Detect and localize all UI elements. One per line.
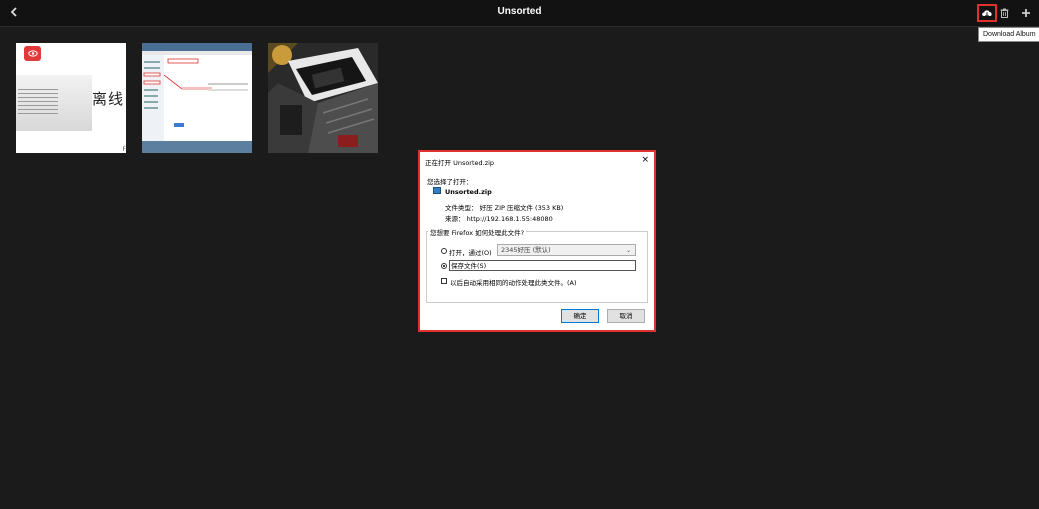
photo-thumbnail[interactable] bbox=[268, 43, 378, 153]
photo-thumbnail[interactable]: 离线 F bbox=[16, 43, 126, 153]
open-with-label: 打开，通过(O) bbox=[449, 249, 492, 257]
download-dialog-highlight: 正在打开 Unsorted.zip × 您选择了打开： Unsorted.zip… bbox=[418, 150, 656, 332]
auto-action-label: 以后自动采用相同的动作处理此类文件。(A) bbox=[450, 279, 577, 287]
ok-button[interactable]: 确定 bbox=[561, 309, 599, 323]
zip-file-icon bbox=[433, 187, 441, 194]
save-file-radio[interactable] bbox=[441, 263, 447, 269]
download-dialog: 正在打开 Unsorted.zip × 您选择了打开： Unsorted.zip… bbox=[420, 152, 654, 330]
chosen-label: 您选择了打开： bbox=[427, 178, 473, 186]
thumbnail-caption: 离线 bbox=[92, 90, 125, 108]
cloud-download-icon bbox=[982, 10, 992, 18]
save-file-label: 保存文件(S) bbox=[449, 260, 636, 271]
router-image bbox=[16, 75, 92, 131]
file-type: 文件类型： 好压 ZIP 压缩文件 (353 KB) bbox=[445, 204, 564, 212]
download-album-button[interactable] bbox=[977, 4, 997, 22]
page-title: Unsorted bbox=[497, 6, 542, 17]
trash-icon bbox=[1000, 8, 1008, 18]
photo-thumbnail[interactable] bbox=[142, 43, 252, 153]
view-badge[interactable] bbox=[24, 46, 41, 61]
add-button[interactable] bbox=[1018, 5, 1034, 21]
delete-album-button[interactable] bbox=[996, 5, 1012, 21]
dialog-close-button[interactable]: × bbox=[641, 155, 649, 165]
chevron-down-icon: ⌄ bbox=[625, 247, 631, 254]
open-with-select[interactable]: 2345好压 (默认) ⌄ bbox=[497, 244, 636, 256]
screenshot-image bbox=[142, 43, 252, 153]
eye-icon bbox=[27, 50, 38, 57]
file-source: 来源： http://192.168.1.55:48080 bbox=[445, 215, 553, 223]
action-question: 您想要 Firefox 如何处理此文件? bbox=[428, 227, 527, 237]
open-with-radio[interactable] bbox=[441, 248, 447, 254]
thumbnail-corner-text: F bbox=[122, 146, 126, 153]
top-bar: Unsorted bbox=[0, 0, 1039, 27]
download-album-tooltip: Download Album bbox=[978, 27, 1039, 42]
dialog-title: 正在打开 Unsorted.zip bbox=[425, 159, 495, 167]
auto-action-checkbox[interactable] bbox=[441, 278, 447, 284]
cancel-button[interactable]: 取消 bbox=[607, 309, 645, 323]
file-name: Unsorted.zip bbox=[445, 188, 492, 196]
hardware-image bbox=[268, 43, 378, 153]
plus-icon bbox=[1022, 9, 1030, 17]
open-with-select-value: 2345好压 (默认) bbox=[501, 246, 551, 254]
